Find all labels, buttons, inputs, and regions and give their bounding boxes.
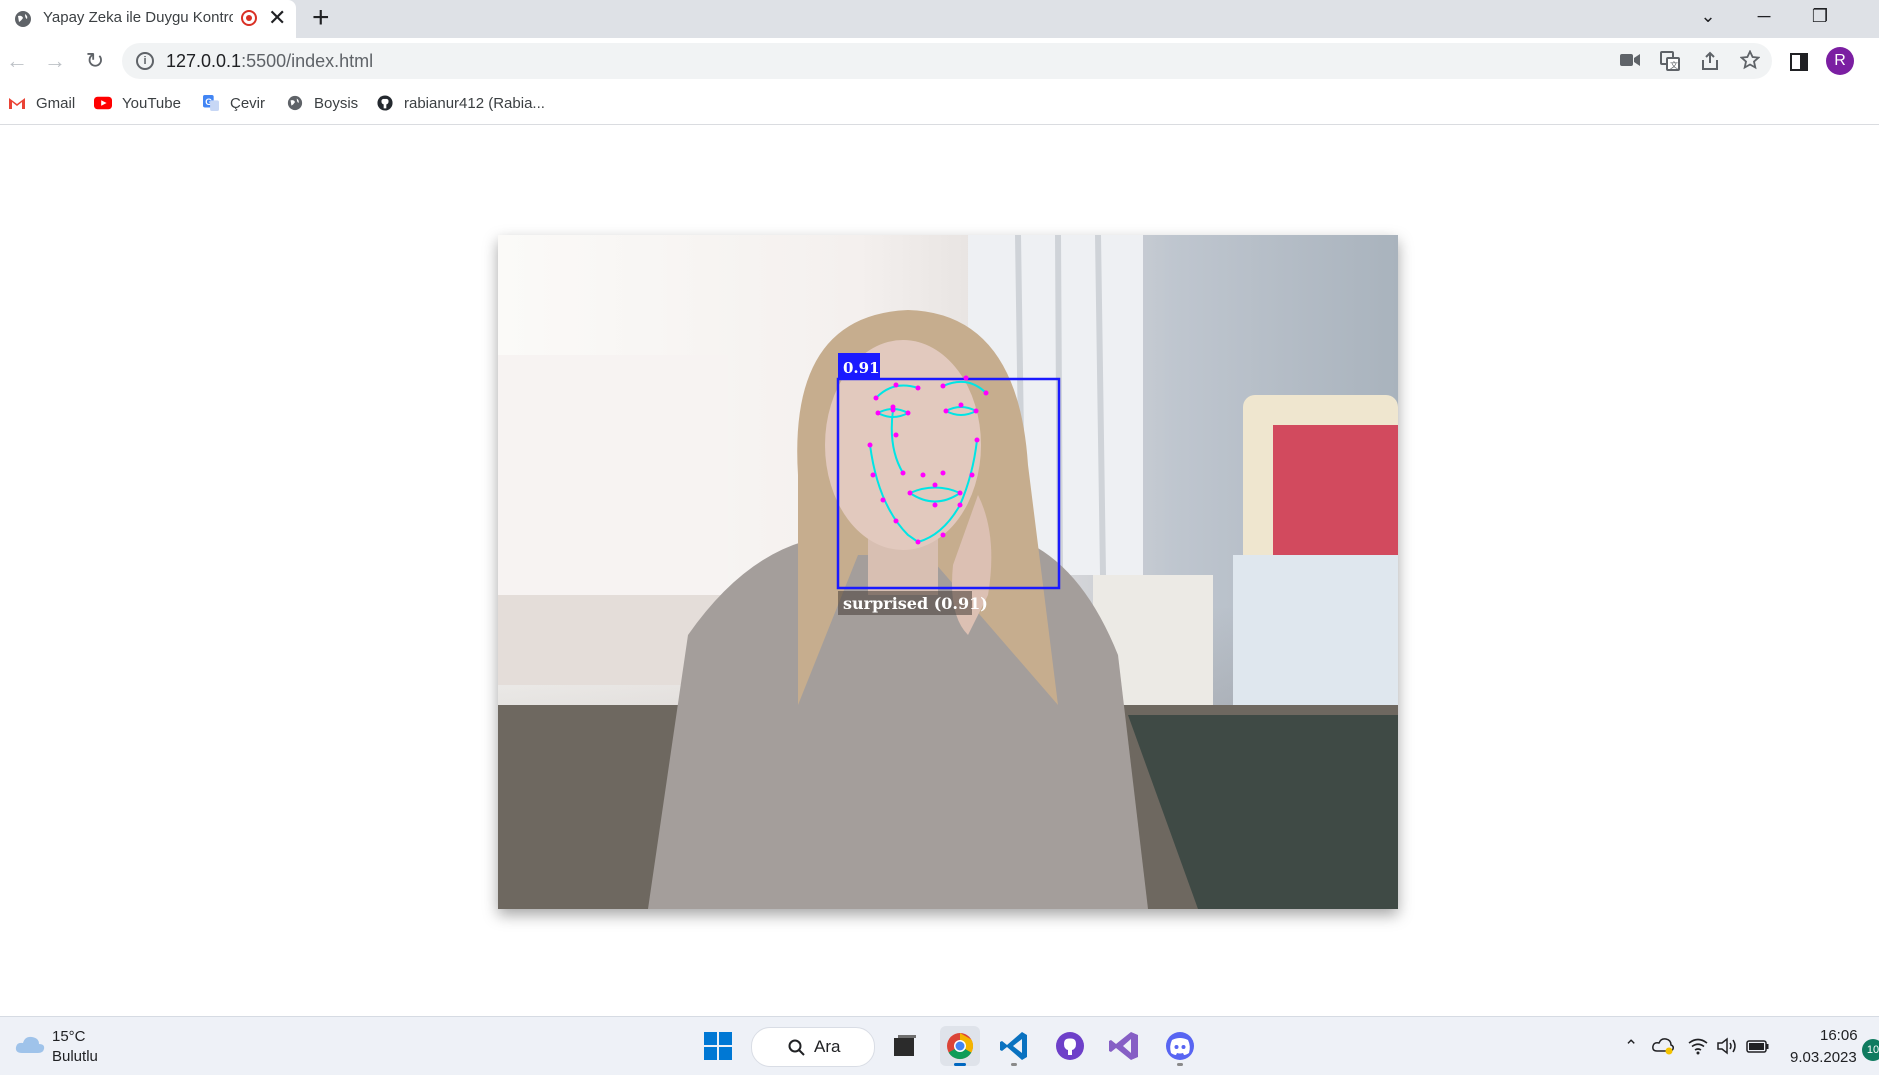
back-button[interactable]: ← [2, 46, 32, 76]
weather-description[interactable]: Bulutlu [52, 1048, 98, 1065]
battery-icon[interactable] [1746, 1038, 1770, 1054]
site-info-icon[interactable]: i [136, 52, 154, 70]
share-icon[interactable] [1700, 51, 1720, 71]
github-icon [377, 95, 393, 111]
new-tab-button[interactable]: + [312, 3, 330, 33]
reload-button[interactable]: ↻ [80, 46, 110, 76]
bookmark-star-icon[interactable] [1740, 50, 1760, 70]
tab-search-dropdown-icon[interactable]: ⌄ [1688, 0, 1728, 32]
visual-studio-icon[interactable] [1104, 1026, 1144, 1066]
bookmark-label: rabianur412 (Rabia... [404, 94, 545, 112]
bookmark-label: Gmail [36, 94, 76, 112]
camera-in-use-icon[interactable] [1620, 53, 1640, 67]
url-text[interactable]: 127.0.0.1:5500/index.html [166, 51, 373, 72]
active-tab[interactable]: Yapay Zeka ile Duygu Kontrol ✕ [0, 0, 296, 38]
bookmark-label: Boysis [314, 94, 359, 112]
tab-title: Yapay Zeka ile Duygu Kontrol [43, 9, 233, 26]
gmail-icon [9, 98, 25, 109]
task-view-icon[interactable] [884, 1026, 924, 1066]
bookmark-label: Çevir [230, 94, 266, 112]
vscode-icon[interactable] [994, 1026, 1034, 1066]
onedrive-icon[interactable] [1652, 1037, 1674, 1055]
restore-button[interactable]: ❐ [1800, 0, 1840, 32]
translate-icon: G [203, 95, 219, 111]
globe-icon [287, 95, 303, 111]
tab-close-button[interactable]: ✕ [268, 7, 286, 29]
bookmark-cevir[interactable]: G Çevir [202, 92, 265, 114]
bed-sheet [1233, 555, 1398, 725]
bookmark-boysis[interactable]: Boysis [286, 92, 358, 114]
bookmarks-bar: Gmail YouTube G Çevir Boysis rabianur412… [0, 84, 1879, 125]
bookmark-github[interactable]: rabianur412 (Rabia... [376, 92, 545, 114]
bookmark-youtube[interactable]: YouTube [94, 92, 181, 114]
tab-strip: Yapay Zeka ile Duygu Kontrol ✕ + ⌄ ─ ❐ [0, 0, 1879, 38]
clock-date[interactable]: 9.03.2023 [1790, 1049, 1857, 1066]
windows-taskbar: 15°C Bulutlu Ara ⌃ 16:06 9.03.2023 10 [0, 1016, 1879, 1075]
cloud-icon [15, 1036, 45, 1053]
weather-temperature[interactable]: 15°C [52, 1028, 86, 1045]
side-panel-icon[interactable] [1790, 53, 1808, 71]
svg-text:文: 文 [1670, 60, 1678, 70]
bookmark-gmail[interactable]: Gmail [8, 92, 75, 114]
search-icon [788, 1039, 805, 1056]
expression-label: surprised (0.91) [843, 594, 988, 613]
webcam-video: 0.91 surprised (0.91) [498, 235, 1398, 909]
notification-badge[interactable]: 10 [1862, 1039, 1879, 1061]
minimize-button[interactable]: ─ [1744, 0, 1784, 32]
address-bar[interactable]: i 127.0.0.1:5500/index.html 文 [122, 43, 1772, 79]
recording-indicator-icon [241, 10, 257, 26]
forward-button[interactable]: → [40, 46, 70, 76]
video-scene: 0.91 surprised (0.91) [498, 235, 1398, 909]
taskbar-search[interactable] [751, 1027, 875, 1067]
show-hidden-icons-chevron-icon[interactable]: ⌃ [1624, 1037, 1638, 1057]
bookmark-label: YouTube [122, 94, 181, 112]
volume-icon[interactable] [1716, 1037, 1738, 1055]
translate-icon[interactable]: 文 [1660, 51, 1680, 71]
red-pillow [1273, 425, 1398, 570]
globe-icon [15, 11, 31, 27]
score-label: 0.91 [843, 359, 880, 377]
github-desktop-icon[interactable] [1050, 1026, 1090, 1066]
profile-avatar[interactable]: R [1826, 47, 1854, 75]
youtube-icon [94, 96, 112, 110]
discord-icon[interactable] [1160, 1026, 1200, 1066]
wifi-icon[interactable] [1687, 1037, 1709, 1055]
browser-toolbar: ← → ↻ i 127.0.0.1:5500/index.html 文 R [0, 38, 1879, 84]
windows-start-icon[interactable] [698, 1026, 738, 1066]
chrome-icon[interactable] [940, 1026, 980, 1066]
search-label: Ara [814, 1037, 841, 1056]
clock-time[interactable]: 16:06 [1820, 1027, 1858, 1044]
